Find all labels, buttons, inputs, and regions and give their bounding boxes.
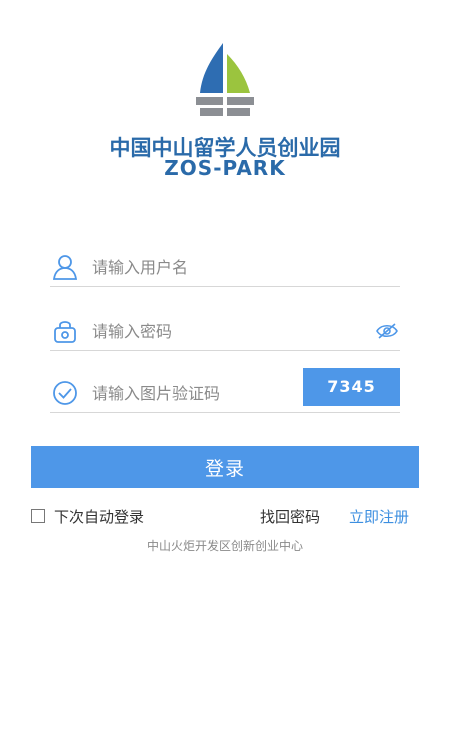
username-input[interactable] — [92, 254, 322, 280]
auto-login-option[interactable]: 下次自动登录 — [31, 506, 144, 526]
captcha-input[interactable] — [92, 380, 322, 406]
eye-icon[interactable] — [376, 322, 398, 340]
login-button[interactable]: 登录 — [31, 446, 419, 488]
check-circle-icon — [53, 381, 77, 405]
sailboat-logo-icon — [196, 43, 254, 120]
auto-login-label: 下次自动登录 — [54, 507, 145, 526]
captcha-image[interactable]: 7345 — [303, 368, 400, 406]
brand-name-en: ZOS-PARK — [164, 156, 286, 180]
user-icon — [52, 255, 78, 280]
logo — [0, 40, 450, 122]
lock-icon — [54, 321, 76, 343]
password-field[interactable] — [50, 310, 400, 351]
register-link[interactable]: 立即注册 — [349, 506, 409, 527]
forgot-password-link[interactable]: 找回密码 — [260, 506, 320, 527]
username-field[interactable] — [50, 246, 400, 287]
auto-login-checkbox[interactable] — [31, 509, 45, 523]
password-input[interactable] — [92, 318, 322, 344]
footer-text: 中山火炬开发区创新创业中心 — [146, 539, 303, 553]
